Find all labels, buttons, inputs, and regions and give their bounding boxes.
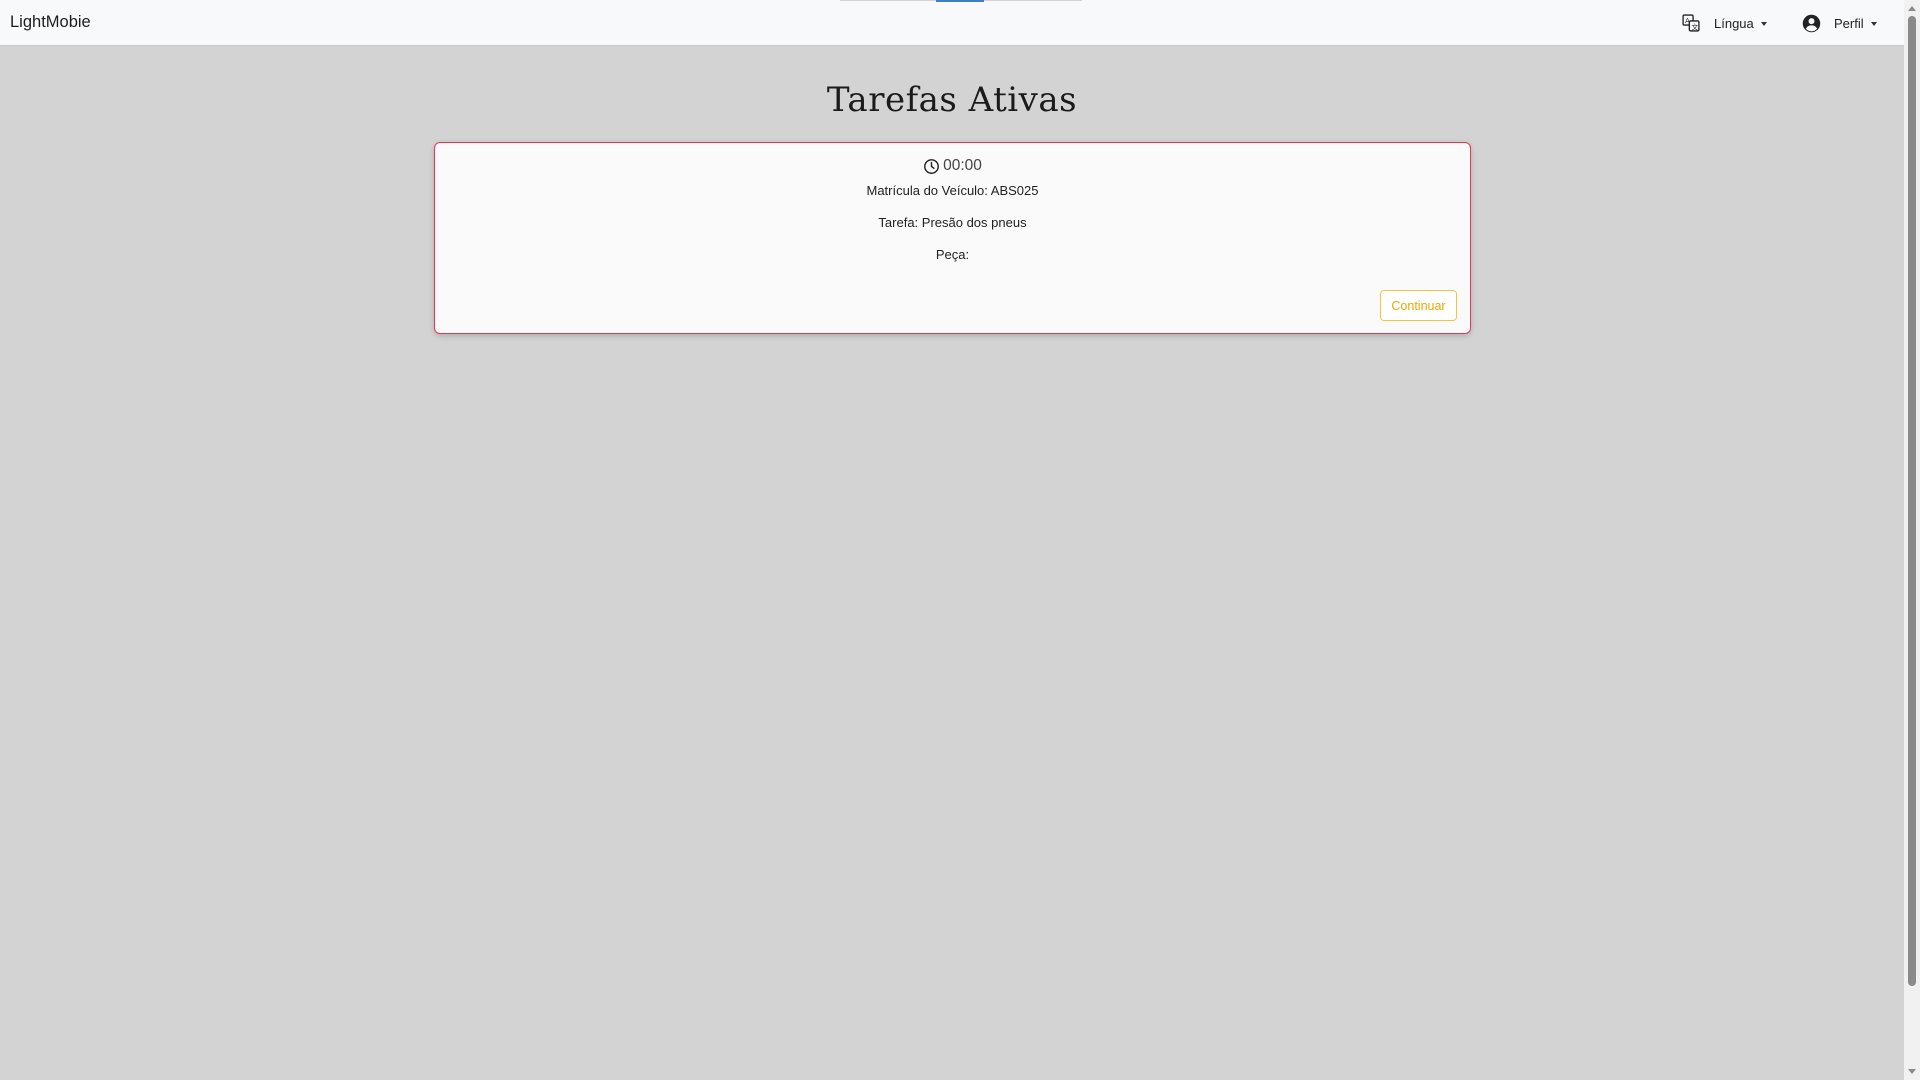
translate-icon: A 文 (1680, 12, 1702, 34)
page-title: Tarefas Ativas (826, 80, 1078, 120)
task-name-text: Tarefa: Presão dos pneus (878, 215, 1027, 230)
svg-text:文: 文 (1692, 22, 1699, 31)
account-circle-icon (1800, 12, 1822, 34)
vehicle-plate-text: Matrícula do Veículo: ABS025 (866, 183, 1039, 198)
task-timer: 00:00 (435, 157, 1470, 175)
clock-icon (923, 158, 940, 175)
chevron-down-icon (1870, 21, 1877, 26)
top-navbar: LightMobie A 文 Língua Perfil (0, 0, 1904, 46)
loading-progress-indicator (936, 0, 984, 2)
vertical-scrollbar[interactable] (1904, 0, 1920, 1080)
timer-value: 00:00 (943, 157, 982, 174)
language-label: Língua (1714, 15, 1754, 31)
profile-label: Perfil (1834, 15, 1864, 31)
scrollbar-thumb[interactable] (1908, 16, 1916, 986)
active-task-card: 00:00 Matrícula do Veículo: ABS025 Taref… (434, 142, 1471, 334)
chevron-down-icon (1760, 21, 1767, 26)
language-dropdown[interactable]: A 文 Língua (1680, 12, 1767, 34)
profile-dropdown[interactable]: Perfil (1800, 12, 1877, 34)
part-text: Peça: (935, 247, 970, 262)
scroll-down-icon[interactable] (1908, 1069, 1916, 1074)
brand-logo[interactable]: LightMobie (10, 13, 91, 32)
continue-button[interactable]: Continuar (1380, 290, 1457, 321)
scroll-up-icon[interactable] (1908, 6, 1916, 11)
